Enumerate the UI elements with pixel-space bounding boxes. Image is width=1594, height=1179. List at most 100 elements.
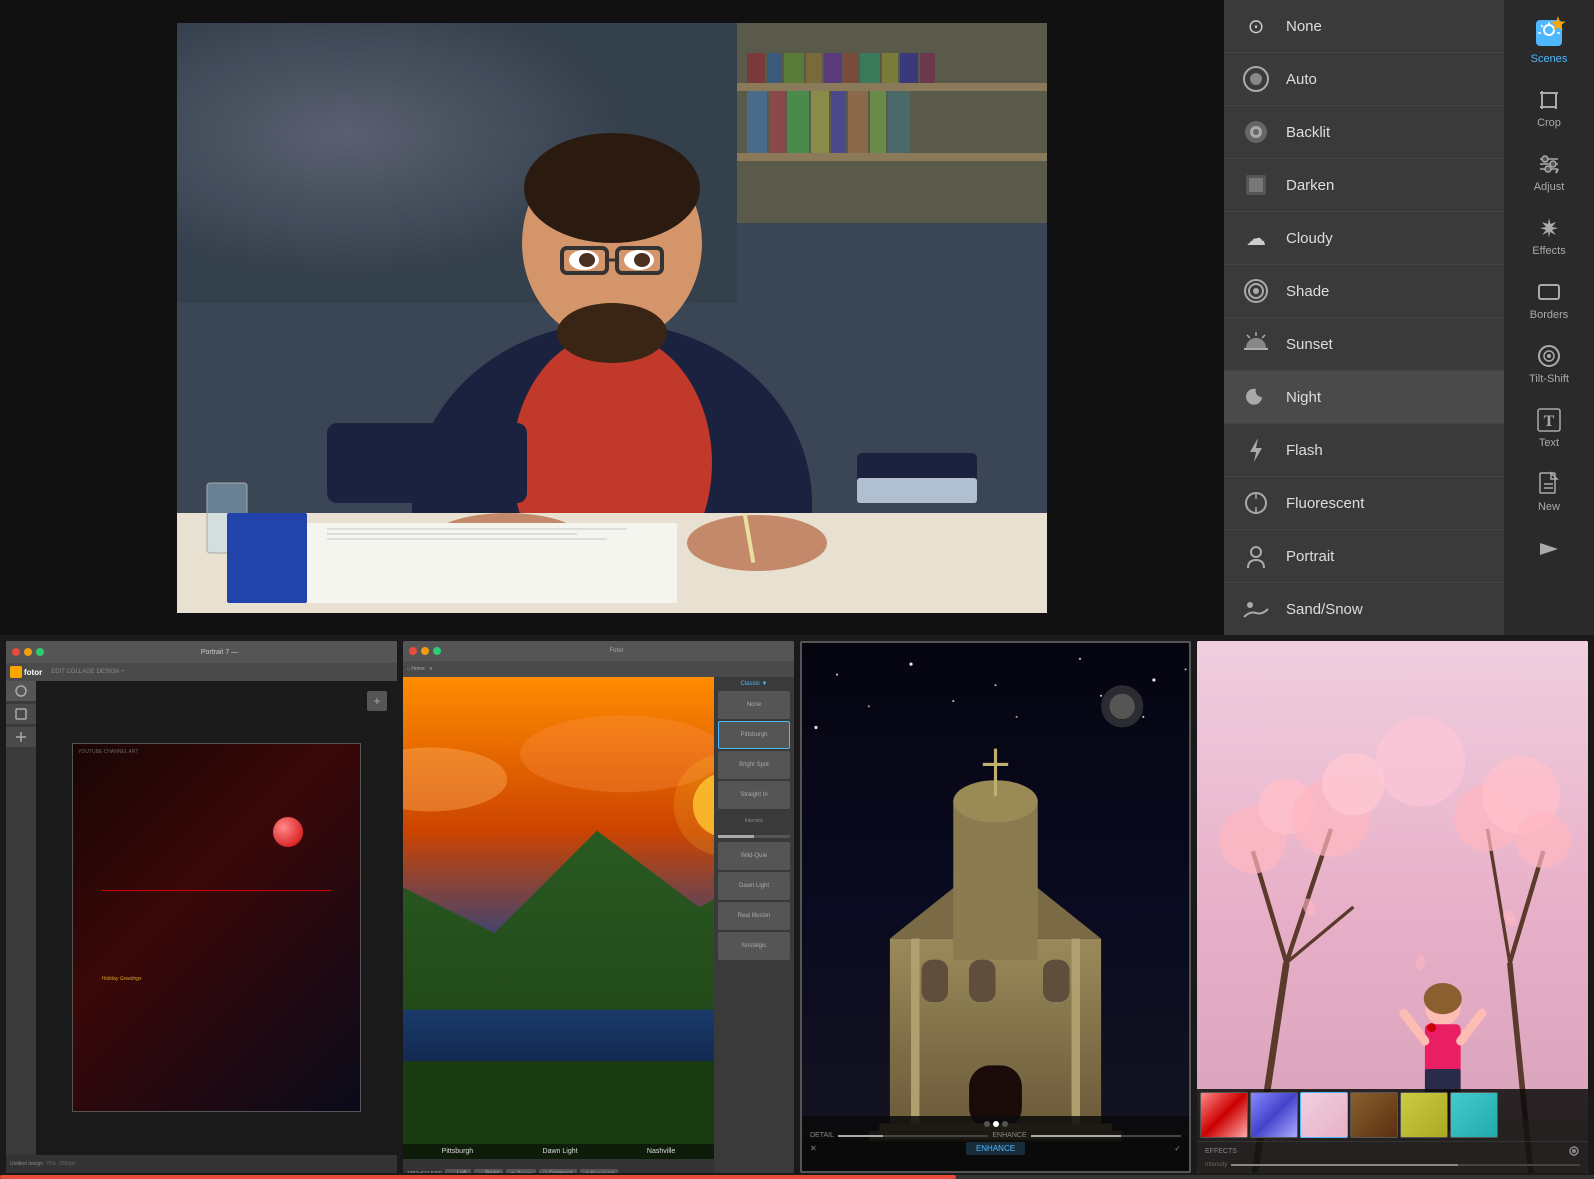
t3-enhance-btn[interactable]: ENHANCE: [966, 1142, 1025, 1155]
t3-check-btn[interactable]: ✓: [1174, 1144, 1181, 1153]
t3-dot2: [993, 1121, 999, 1127]
t3-dot1: [984, 1121, 990, 1127]
t4-frame6: [1450, 1092, 1498, 1138]
scene-label-darken: Darken: [1286, 177, 1334, 194]
t2-max: [433, 647, 441, 655]
thumb1-sidebar-icon1: [14, 684, 28, 698]
fotor-logo-text: fotor: [24, 668, 42, 677]
toolbar-export[interactable]: [1509, 525, 1589, 571]
t2-resolution: 1097×612,5760: [407, 1171, 442, 1173]
t2-close: [409, 647, 417, 655]
toolbar-borders[interactable]: Borders: [1509, 269, 1589, 331]
adjust-label: Adjust: [1534, 181, 1565, 193]
t2-dawn: Dawn Light: [718, 872, 790, 900]
scenes-panel: ⊙ None Auto Backlit Darken: [1224, 0, 1504, 635]
export-icon: [1536, 535, 1562, 561]
thumb-fotor-design[interactable]: Portrait 7 — fotor EDIT COLLAGE DESIGN +: [6, 641, 397, 1173]
adjust-icon: [1536, 151, 1562, 177]
thumb-fotor-landscape[interactable]: Fotor ⌂ Home ★: [403, 641, 794, 1173]
thumb1-sidebar-icon3: [14, 730, 28, 744]
t3-x-btn[interactable]: ✕: [810, 1144, 817, 1153]
filter-presets: Pittsburgh Dawn Light Nashville: [403, 1144, 714, 1159]
scene-label-none: None: [1286, 18, 1322, 35]
scenes-scroll[interactable]: ⊙ None Auto Backlit Darken: [1224, 0, 1504, 635]
toolbar-effects[interactable]: Effects: [1509, 205, 1589, 267]
scene-label-cloudy: Cloudy: [1286, 230, 1333, 247]
borders-icon: [1536, 279, 1562, 305]
darken-icon: [1240, 169, 1272, 201]
t3-dot3: [1002, 1121, 1008, 1127]
t3-enhance-slider: [1031, 1135, 1181, 1137]
scene-item-darken[interactable]: Darken: [1224, 159, 1504, 212]
svg-text:T: T: [1544, 413, 1555, 430]
tiltshift-label: Tilt-Shift: [1529, 373, 1569, 385]
scene-label-backlit: Backlit: [1286, 124, 1330, 141]
crop-label: Crop: [1537, 117, 1561, 129]
thumb1-statusbar: Untitled design 75% 2560px: [6, 1155, 397, 1173]
thumb-church[interactable]: DETAIL ENHANCE ✕ ENHANCE ✓: [800, 641, 1191, 1173]
t2-nostalgic: Nostalgic: [718, 932, 790, 960]
t4-intensity-fill: [1231, 1164, 1458, 1166]
t4-intensity-area: Intensity: [1197, 1160, 1588, 1173]
scenes-icon-wrapper: [1536, 20, 1562, 49]
t2-wild: Wild-Quie: [718, 842, 790, 870]
t3-detail-label: DETAIL: [810, 1132, 834, 1139]
bottom-section: Portrait 7 — fotor EDIT COLLAGE DESIGN +: [0, 635, 1594, 1179]
t4-settings-icon: [1568, 1145, 1580, 1157]
t2-star: ★: [429, 666, 433, 672]
t2-home: ⌂ Home: [407, 666, 425, 672]
t2-right: → Right: [474, 1169, 504, 1173]
fotor-logo-icon: [10, 666, 22, 678]
t4-intensity-track: [1231, 1164, 1580, 1166]
scene-label-sunset: Sunset: [1286, 336, 1333, 353]
scene-item-sand-snow[interactable]: Sand/Snow: [1224, 583, 1504, 635]
thumb2-topbar: Fotor: [403, 641, 794, 661]
thumb1-status-text: Untitled design: [10, 1161, 43, 1167]
thumb1-menu: EDIT COLLAGE DESIGN +: [51, 669, 124, 675]
toolbar-tiltshift[interactable]: Tilt-Shift: [1509, 333, 1589, 395]
t2-scene-straight: Straight In: [718, 781, 790, 809]
none-icon: ⊙: [1240, 10, 1272, 42]
t2-min: [421, 647, 429, 655]
t2-compact: □ Compact: [539, 1169, 576, 1173]
t2-scene-bright: Bright Spot: [718, 751, 790, 779]
t3-enhance-fill: [1031, 1135, 1121, 1137]
scene-item-none[interactable]: ⊙ None: [1224, 0, 1504, 53]
backlit-icon: [1240, 116, 1272, 148]
t2-scene-none: None: [718, 691, 790, 719]
scene-item-backlit[interactable]: Backlit: [1224, 106, 1504, 159]
t2-left: ← Left: [445, 1169, 471, 1173]
scene-item-shade[interactable]: Shade: [1224, 265, 1504, 318]
toolbar-adjust[interactable]: Adjust: [1509, 141, 1589, 203]
t3-enhance-label: ENHANCE: [992, 1132, 1026, 1139]
toolbar-text[interactable]: T Text: [1509, 397, 1589, 459]
scene-item-fluorescent[interactable]: Fluorescent: [1224, 477, 1504, 530]
t2-classic: Classic ▼: [718, 681, 790, 687]
scene-item-sunset[interactable]: Sunset: [1224, 318, 1504, 371]
t2-slider: [718, 835, 790, 838]
top-section: ⊙ None Auto Backlit Darken: [0, 0, 1594, 635]
new-label: New: [1538, 501, 1560, 513]
fluorescent-icon: [1240, 487, 1272, 519]
scene-item-auto[interactable]: Auto: [1224, 53, 1504, 106]
toolbar-scenes[interactable]: Scenes: [1509, 10, 1589, 75]
main-photo: [177, 23, 1047, 613]
add-button[interactable]: +: [367, 691, 387, 711]
toolbar-crop[interactable]: Crop: [1509, 77, 1589, 139]
filter-pittsburgh: Pittsburgh: [442, 1148, 474, 1155]
scene-item-portrait[interactable]: Portrait: [1224, 530, 1504, 583]
scene-item-cloudy[interactable]: ☁ Cloudy: [1224, 212, 1504, 265]
t2-slider-fill: [718, 835, 754, 838]
toolbar-new[interactable]: New: [1509, 461, 1589, 523]
t4-frame1: [1200, 1092, 1248, 1138]
t4-label-bar: EFFECTS: [1197, 1141, 1588, 1160]
thumb-girl-blossoms[interactable]: EFFECTS Intensity: [1197, 641, 1588, 1173]
fotor-logo: fotor: [10, 666, 42, 678]
thumb1-title: Portrait 7 —: [201, 649, 238, 656]
thumb1-sidebar: [6, 681, 36, 1173]
flash-icon: [1240, 434, 1272, 466]
main-image-area: [0, 0, 1224, 635]
scene-label-sand-snow: Sand/Snow: [1286, 601, 1363, 618]
scene-item-night[interactable]: Night: [1224, 371, 1504, 424]
scene-item-flash[interactable]: Flash: [1224, 424, 1504, 477]
